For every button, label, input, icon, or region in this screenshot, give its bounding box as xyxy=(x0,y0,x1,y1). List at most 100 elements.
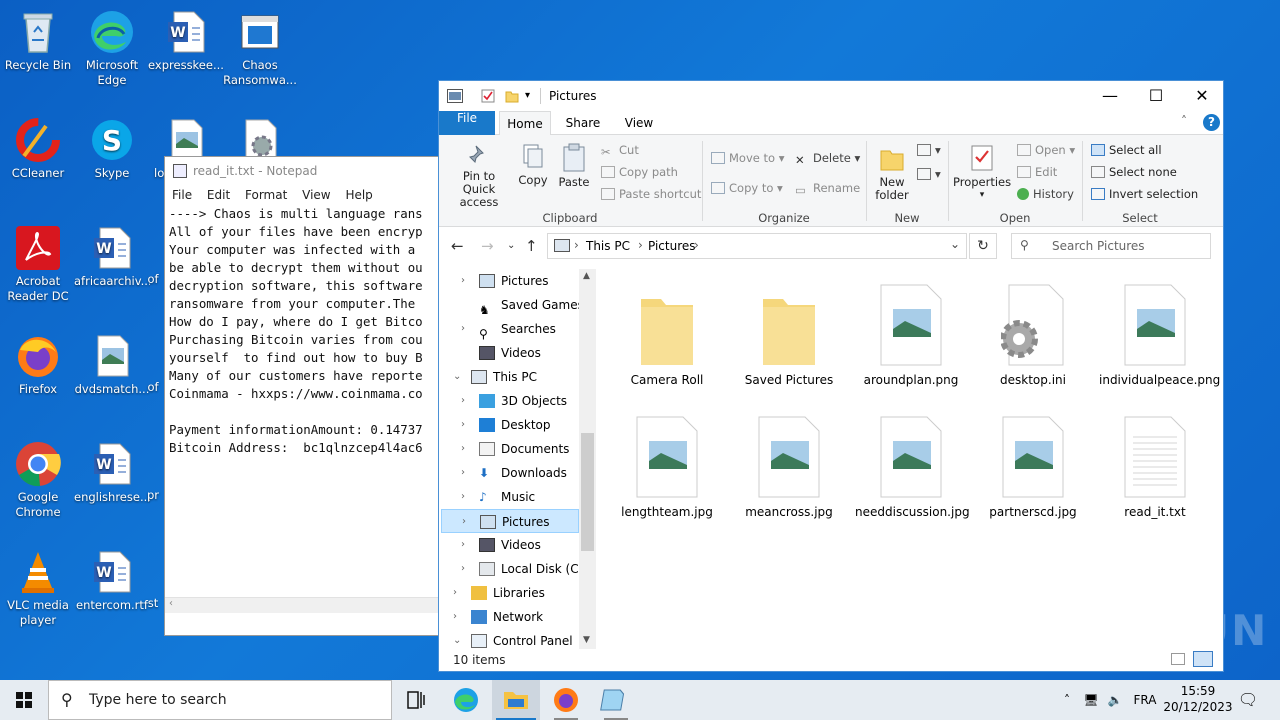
select-none-button[interactable]: Select none xyxy=(1091,165,1177,179)
file-item[interactable]: desktop.ini xyxy=(977,281,1089,388)
explorer-titlebar[interactable]: ▾ Pictures — ☐ ✕ xyxy=(439,81,1223,111)
tab-home[interactable]: Home xyxy=(499,111,551,136)
volume-tray-icon[interactable]: 🔈 xyxy=(1104,680,1126,720)
easy-access-button[interactable]: ▾ xyxy=(917,167,941,181)
delete-button[interactable]: ✕ Delete ▾ xyxy=(795,151,860,167)
copy-button[interactable]: Copy xyxy=(515,143,551,187)
copy-to-button[interactable]: Copy to ▾ xyxy=(711,181,783,195)
start-button[interactable] xyxy=(0,680,48,720)
notepad-menu-edit[interactable]: Edit xyxy=(207,188,230,202)
cut-button[interactable]: ✂ Cut xyxy=(601,143,639,159)
scroll-up-arrow-icon[interactable]: ▲ xyxy=(583,271,590,281)
notification-center-icon[interactable]: 🗨 xyxy=(1236,680,1260,720)
desktop-icon-settings-file[interactable] xyxy=(222,116,298,156)
desktop-icon-recycle-bin[interactable]: Recycle Bin xyxy=(0,8,76,73)
tab-file[interactable]: File xyxy=(439,111,495,135)
nav-item-this-pc[interactable]: ⌄ This PC xyxy=(439,365,579,389)
select-all-button[interactable]: Select all xyxy=(1091,143,1162,157)
properties-quick-icon[interactable] xyxy=(481,89,495,103)
file-item[interactable]: aroundplan.png xyxy=(855,281,967,388)
navigation-scrollbar[interactable]: ▲ ▼ xyxy=(579,269,596,649)
nav-item-saved-games[interactable]: ♞ Saved Games xyxy=(439,293,584,317)
pin-to-quick-access-button[interactable]: Pin to Quick access xyxy=(445,143,513,209)
breadcrumb-this-pc[interactable]: This PC xyxy=(586,239,630,253)
new-item-button[interactable]: ▾ xyxy=(917,143,941,157)
desktop-icon-vlc[interactable]: VLC media player xyxy=(0,548,76,628)
desktop-icon-ccleaner[interactable]: CCleaner xyxy=(0,116,76,181)
breadcrumb-chevron-icon[interactable]: › xyxy=(574,238,579,252)
desktop-icon-image-file[interactable]: dvdsmatch... xyxy=(74,332,150,397)
breadcrumb-chevron-icon[interactable]: › xyxy=(694,238,699,252)
properties-button[interactable]: Properties ▾ xyxy=(953,143,1011,202)
clock[interactable]: 15:59 20/12/2023 xyxy=(1160,680,1236,720)
nav-item-local-disk[interactable]: › Local Disk (C:) xyxy=(439,557,587,581)
address-bar[interactable]: › This PC › Pictures › ⌄ xyxy=(547,233,967,259)
nav-item-videos[interactable]: Videos xyxy=(439,341,579,365)
file-item[interactable]: lengthteam.jpg xyxy=(611,413,723,520)
help-icon[interactable]: ? xyxy=(1203,114,1220,131)
large-icons-view-icon[interactable] xyxy=(1193,651,1213,667)
nav-item-videos[interactable]: › Videos xyxy=(439,533,579,557)
desktop-icon-word-doc[interactable]: W africaarchiv... xyxy=(74,224,150,289)
desktop-icon-word-doc[interactable]: W englishrese... xyxy=(74,440,150,505)
taskbar-file-explorer-button[interactable] xyxy=(492,680,540,720)
close-button[interactable]: ✕ xyxy=(1179,81,1225,111)
breadcrumb-chevron-icon[interactable]: › xyxy=(638,238,643,252)
nav-item-libraries[interactable]: › Libraries xyxy=(439,581,579,605)
tab-view[interactable]: View xyxy=(615,111,663,135)
taskbar-firefox-button[interactable] xyxy=(542,680,590,720)
refresh-button[interactable]: ↻ xyxy=(969,233,997,259)
customize-quick-access-icon[interactable]: ▾ xyxy=(525,89,539,103)
breadcrumb-pictures[interactable]: Pictures xyxy=(648,239,696,253)
notepad-window[interactable]: read_it.txt - Notepad File Edit Format V… xyxy=(164,156,444,636)
desktop-icon-word-doc[interactable]: W expresskee... xyxy=(148,8,224,73)
copy-path-button[interactable]: Copy path xyxy=(601,165,678,179)
collapse-ribbon-icon[interactable]: ˄ xyxy=(1181,114,1187,128)
scrollbar-thumb[interactable] xyxy=(581,433,594,551)
file-explorer-window[interactable]: ▾ Pictures — ☐ ✕ File Home Share View ˄ … xyxy=(438,80,1224,672)
scroll-down-arrow-icon[interactable]: ▼ xyxy=(583,635,590,645)
rename-button[interactable]: ▭ Rename xyxy=(795,181,860,197)
file-item[interactable]: Camera Roll xyxy=(611,281,723,388)
paste-button[interactable]: Paste xyxy=(555,143,593,189)
forward-arrow-icon[interactable]: → xyxy=(481,237,494,255)
nav-item-desktop[interactable]: › Desktop xyxy=(439,413,579,437)
file-item[interactable]: read_it.txt xyxy=(1099,413,1211,520)
address-dropdown-icon[interactable]: ⌄ xyxy=(950,237,960,251)
desktop-icon-firefox[interactable]: Firefox xyxy=(0,332,76,397)
network-tray-icon[interactable]: 🖥 xyxy=(1080,680,1102,720)
desktop-icon-chrome[interactable]: Google Chrome xyxy=(0,440,76,520)
taskbar-notepad-button[interactable] xyxy=(592,680,640,720)
desktop-icon-edge[interactable]: Microsoft Edge xyxy=(74,8,150,88)
minimize-button[interactable]: — xyxy=(1087,81,1133,111)
desktop-icon-chaos-ransomware[interactable]: Chaos Ransomwa... xyxy=(222,8,298,88)
file-item[interactable]: meancross.jpg xyxy=(733,413,845,520)
notepad-menu-help[interactable]: Help xyxy=(345,188,372,202)
input-language-indicator[interactable]: FRA xyxy=(1130,680,1160,720)
desktop-icon-partial[interactable]: of xyxy=(142,272,164,287)
nav-item-music[interactable]: › ♪ Music xyxy=(439,485,579,509)
new-folder-quick-icon[interactable] xyxy=(505,89,519,103)
notepad-menu-format[interactable]: Format xyxy=(245,188,287,202)
tab-share[interactable]: Share xyxy=(559,111,607,135)
desktop-icon-acrobat[interactable]: Acrobat Reader DC xyxy=(0,224,76,304)
desktop-icon-skype[interactable]: S Skype xyxy=(74,116,150,181)
nav-item-pictures[interactable]: › Pictures xyxy=(439,269,579,293)
notepad-horizontal-scrollbar[interactable]: ‹ xyxy=(165,597,443,613)
search-input[interactable]: ⚲ Search Pictures xyxy=(1011,233,1211,259)
show-hidden-icons-chevron-icon[interactable]: ˄ xyxy=(1058,680,1076,720)
nav-item-3d-objects[interactable]: › 3D Objects xyxy=(439,389,579,413)
back-arrow-icon[interactable]: ← xyxy=(451,237,464,255)
notepad-text-area[interactable]: ----> Chaos is multi language rans All o… xyxy=(165,205,443,625)
desktop-icon-partial[interactable]: pr xyxy=(142,488,164,503)
taskbar-edge-button[interactable] xyxy=(442,680,490,720)
up-arrow-icon[interactable]: ↑ xyxy=(525,237,538,255)
move-to-button[interactable]: Move to ▾ xyxy=(711,151,784,165)
file-item[interactable]: partnerscd.jpg xyxy=(977,413,1089,520)
desktop-icon-partial[interactable]: st xyxy=(142,596,164,611)
new-folder-button[interactable]: New folder xyxy=(871,143,913,202)
nav-item-downloads[interactable]: › ⬇ Downloads xyxy=(439,461,579,485)
notepad-menu-file[interactable]: File xyxy=(172,188,192,202)
nav-item-control-panel[interactable]: ⌄ Control Panel xyxy=(439,629,579,649)
invert-selection-button[interactable]: Invert selection xyxy=(1091,187,1198,201)
